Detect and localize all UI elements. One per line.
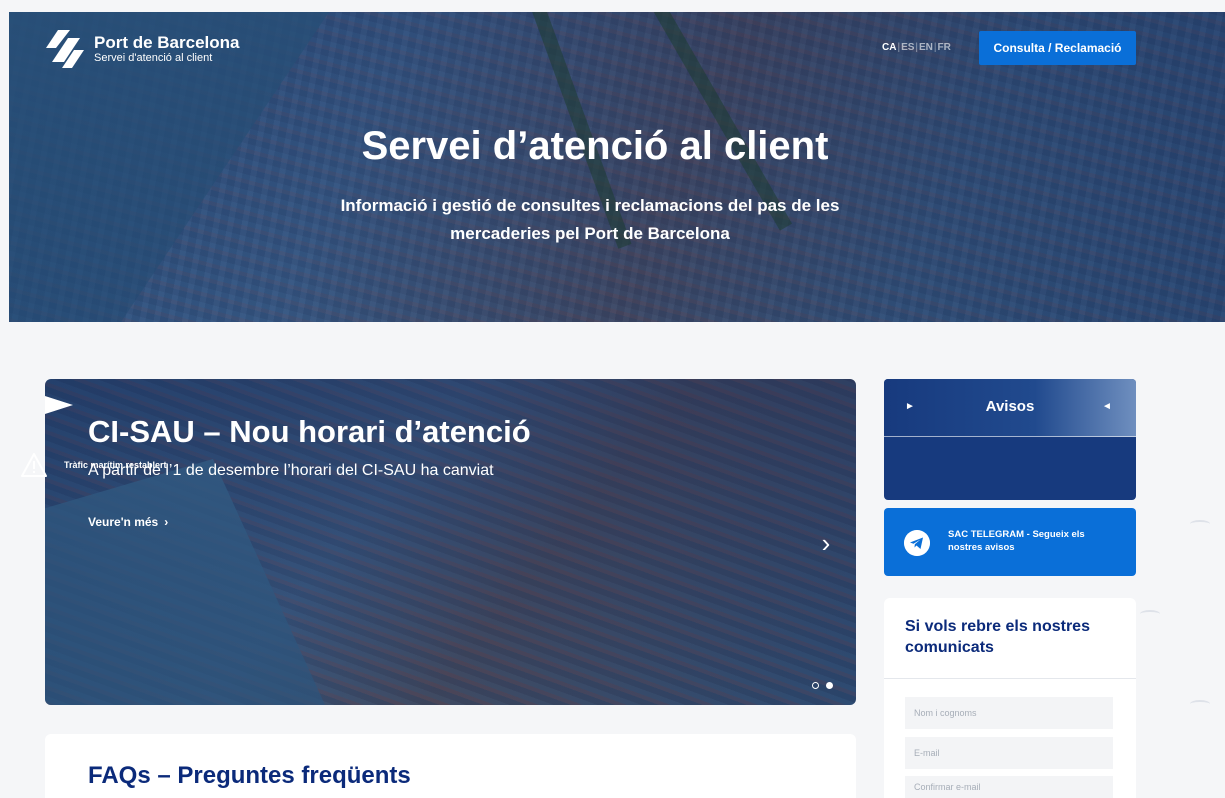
chevron-right-icon: › [164, 515, 169, 529]
slide-title: CI-SAU – Nou horari d’atenció [88, 414, 531, 449]
telegram-icon [904, 530, 930, 556]
carousel-next-button[interactable]: › [816, 528, 836, 558]
lang-ca[interactable]: CA [882, 42, 896, 53]
carousel-dot-active[interactable] [826, 682, 833, 689]
telegram-text: SAC TELEGRAM - Segueix els nostres aviso… [948, 529, 1085, 553]
port-logo-icon [46, 30, 84, 68]
read-more-label: Veure'n més [88, 515, 159, 529]
lang-separator: | [933, 42, 937, 53]
lang-es[interactable]: ES [901, 42, 914, 53]
warning-icon [21, 453, 47, 477]
newsletter-title: Si vols rebre els nostres comunicats [905, 618, 1090, 656]
arrow-left-icon[interactable]: ◄ [1102, 401, 1112, 412]
name-input[interactable] [905, 697, 1113, 729]
carousel-dot[interactable] [812, 682, 819, 689]
avisos-panel: ► Avisos ◄ [884, 379, 1136, 500]
background-wave-decoration [1140, 610, 1160, 618]
logo-subtitle: Servei d'atenció al client [94, 52, 213, 64]
lang-fr[interactable]: FR [938, 42, 951, 53]
hero-title: Servei d’atenció al client [361, 124, 829, 168]
site-logo[interactable]: Port de Barcelona Servei d'atenció al cl… [44, 28, 240, 70]
avisos-title: Avisos [985, 398, 1035, 415]
carousel-dots [812, 682, 833, 689]
avisos-item[interactable]: Tràfic marítim restablert [20, 452, 167, 478]
chevron-right-icon: › [821, 528, 831, 558]
lang-en[interactable]: EN [919, 42, 933, 53]
lang-separator: | [915, 42, 919, 53]
slide-flag-icon [45, 396, 73, 414]
confirm-email-input[interactable] [905, 776, 1113, 798]
email-input[interactable] [905, 737, 1113, 769]
consulta-reclamacio-button[interactable]: Consulta / Reclamació [979, 31, 1136, 65]
avisos-header: ► Avisos ◄ [884, 379, 1136, 437]
logo-text: Port de Barcelona Servei d'atenció al cl… [94, 33, 240, 65]
slide-read-more-link[interactable]: Veure'n més › [88, 515, 168, 529]
avisos-item-text: Tràfic marítim restablert [64, 460, 167, 470]
language-switcher: CA|ES|EN|FR [882, 42, 952, 53]
lang-separator: | [897, 42, 901, 53]
faq-title: FAQs – Preguntes freqüents [88, 762, 411, 789]
background-wave-decoration [1190, 700, 1210, 708]
hero-subtitle: Informació i gestió de consultes i recla… [340, 196, 840, 243]
newsletter-divider [884, 678, 1136, 679]
logo-title: Port de Barcelona [94, 33, 240, 52]
background-wave-decoration [1190, 520, 1210, 528]
